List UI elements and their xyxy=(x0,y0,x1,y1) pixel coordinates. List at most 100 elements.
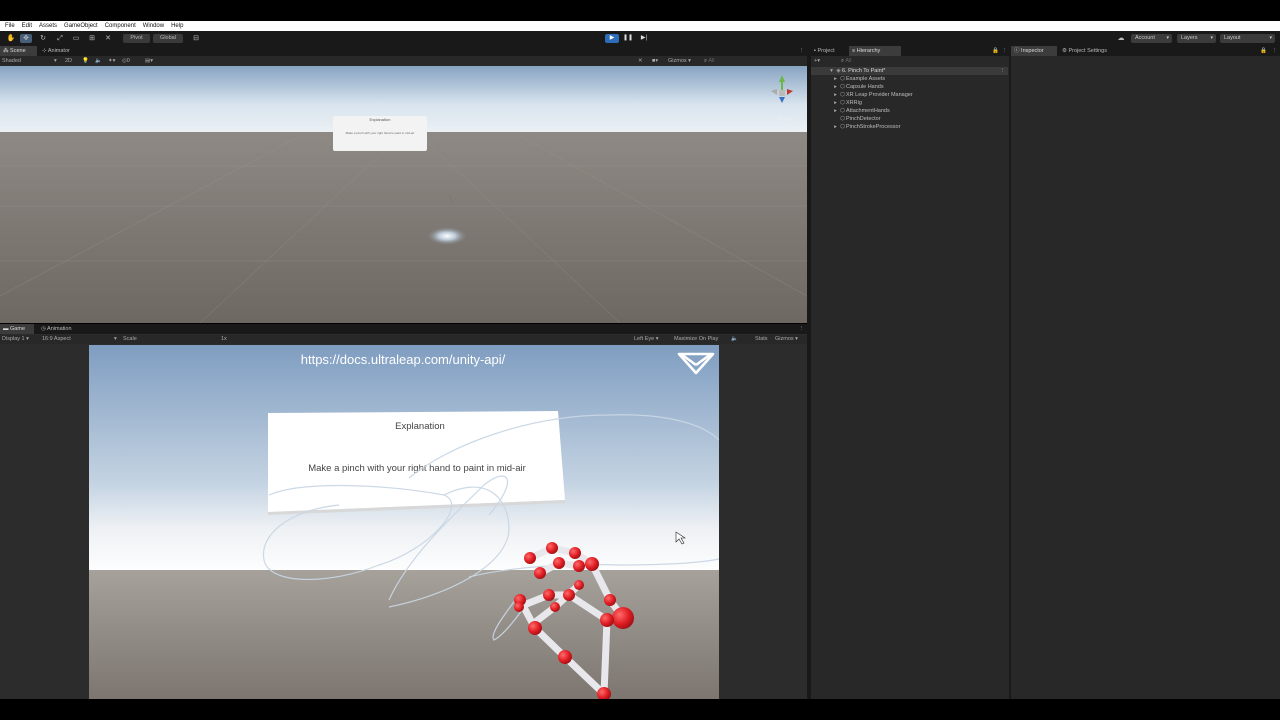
hidden-objects-icon[interactable]: ◎0 xyxy=(122,57,130,66)
menu-item-component[interactable]: Component xyxy=(105,23,136,29)
hierarchy-item[interactable]: ▸ ⬡PinchStrokeProcessor xyxy=(832,123,900,131)
more-options-icon[interactable]: ⋮ xyxy=(796,46,808,56)
status-bar xyxy=(0,699,1280,720)
tab-project[interactable]: ▪ Project xyxy=(811,46,847,56)
tab-hierarchy-label: Hierarchy xyxy=(856,48,881,54)
expand-arrow-icon[interactable]: ▸ xyxy=(832,91,839,99)
lighting-icon[interactable]: 💡 xyxy=(82,57,89,66)
expand-arrow-icon[interactable]: ▾ xyxy=(828,67,835,75)
hand-tool-icon[interactable]: ✋ xyxy=(5,34,17,43)
hierarchy-item-label: AttachmentHands xyxy=(846,108,890,114)
mute-audio-icon[interactable]: 🔈 xyxy=(731,335,738,344)
move-tool-icon[interactable]: ✥ xyxy=(20,34,32,43)
menu-item-edit[interactable]: Edit xyxy=(22,23,32,29)
hierarchy-item[interactable]: ▸ ⬡Capsule Hands xyxy=(832,83,884,91)
transform-tool-icon[interactable]: ⊞ xyxy=(86,34,98,43)
expand-arrow-icon[interactable]: ▸ xyxy=(832,83,839,91)
hierarchy-item[interactable]: ⬡PinchDetector xyxy=(832,115,880,123)
tab-animator-label: Animator xyxy=(47,48,70,54)
account-dropdown[interactable]: Account ▾ xyxy=(1131,34,1172,43)
play-button[interactable]: ▶ xyxy=(605,34,619,43)
hierarchy-icon: ≡ xyxy=(852,48,856,54)
game-view-toolbar: Display 1 ▾ 16:9 Aspect ▾ Scale 1x Left … xyxy=(0,335,807,677)
stats-toggle[interactable]: Stats xyxy=(755,335,768,344)
more-options-icon[interactable]: ⋮ xyxy=(796,324,808,334)
tab-project-label: Project xyxy=(817,48,835,54)
scene-search-field[interactable]: ⌕ All xyxy=(704,57,784,66)
scene-camera-icon[interactable]: ▤▾ xyxy=(145,57,153,66)
display-dropdown[interactable]: Display 1 ▾ xyxy=(2,335,38,344)
gizmos-dropdown[interactable]: Gizmos ▾ xyxy=(668,57,702,66)
explanation-title: Explanation xyxy=(395,421,445,432)
pivot-toggle[interactable]: Pivot xyxy=(123,34,150,43)
main-toolbar: ✋ ✥ ↻ ⤢ ▭ ⊞ ✕ Pivot Global ⊟ ▶ ❚❚ ▶| ☁ A… xyxy=(0,31,1280,46)
step-button[interactable]: ▶| xyxy=(637,34,651,43)
layers-dropdown[interactable]: Layers ▾ xyxy=(1177,34,1216,43)
gameobject-cube-icon: ⬡ xyxy=(840,124,845,130)
tab-scene[interactable]: ⁂ Scene xyxy=(0,46,37,56)
shading-mode-dropdown[interactable]: Shaded ▾ xyxy=(2,57,60,66)
camera-icon[interactable]: ■▾ xyxy=(652,57,658,66)
effects-icon[interactable]: ✦▾ xyxy=(108,57,115,66)
custom-tool-icon[interactable]: ✕ xyxy=(102,34,114,43)
inspector-panel xyxy=(1011,46,1280,699)
layout-dropdown[interactable]: Layout ▾ xyxy=(1220,34,1275,43)
info-icon: ⓘ xyxy=(1014,48,1020,54)
search-icon: ⌕ xyxy=(841,58,845,64)
global-toggle[interactable]: Global xyxy=(153,34,183,43)
menu-item-assets[interactable]: Assets xyxy=(39,23,57,29)
more-options-icon[interactable]: ⋮ xyxy=(1000,67,1006,75)
hierarchy-search-field[interactable]: ⌕ All xyxy=(841,57,1001,66)
tab-game[interactable]: ▬ Game xyxy=(0,324,34,334)
maximize-on-play-toggle[interactable]: Maximize On Play xyxy=(674,335,718,344)
gameobject-cube-icon: ⬡ xyxy=(840,108,845,114)
mode-2d-toggle[interactable]: 2D xyxy=(65,57,72,66)
hierarchy-item[interactable]: ▸ ⬡Example Assets xyxy=(832,75,885,83)
expand-arrow-icon[interactable]: ▸ xyxy=(832,123,839,131)
inspector-tab-bar: ⓘ Inspector ⚙ Project Settings 🔒 ⋮ xyxy=(1011,46,1280,56)
expand-arrow-icon[interactable]: ▸ xyxy=(832,107,839,115)
menu-item-window[interactable]: Window xyxy=(143,23,164,29)
tab-project-settings[interactable]: ⚙ Project Settings xyxy=(1059,46,1123,56)
gameobject-cube-icon: ⬡ xyxy=(840,76,845,82)
pause-button[interactable]: ❚❚ xyxy=(621,34,635,43)
tab-inspector[interactable]: ⓘ Inspector xyxy=(1011,46,1057,56)
hierarchy-item[interactable]: ▸ ⬡AttachmentHands xyxy=(832,107,890,115)
tab-hierarchy[interactable]: ≡ Hierarchy xyxy=(849,46,901,56)
hierarchy-item-label: XR Leap Provider Manager xyxy=(846,92,913,98)
eye-dropdown[interactable]: Left Eye ▾ xyxy=(634,335,667,344)
expand-arrow-icon[interactable]: ▸ xyxy=(832,99,839,107)
stats-label: Stats xyxy=(755,336,768,342)
rotate-tool-icon[interactable]: ↻ xyxy=(37,34,49,43)
scale-tool-icon[interactable]: ⤢ xyxy=(54,34,66,43)
lock-icon[interactable]: 🔒 xyxy=(1257,46,1270,56)
grid-snap-icon[interactable]: ⊟ xyxy=(190,34,202,43)
scene-viewport[interactable]: Explanation Make a pinch with your right… xyxy=(0,66,807,323)
tab-animator[interactable]: ⊹ Animator xyxy=(39,46,81,56)
cloud-icon[interactable]: ☁ xyxy=(1115,34,1127,43)
more-options-icon[interactable]: ⋮ xyxy=(1269,46,1280,56)
tools-icon[interactable]: ✕ xyxy=(638,57,643,66)
expand-arrow-icon[interactable]: ▸ xyxy=(832,75,839,83)
scene-tab-bar: ⁂ Scene ⊹ Animator ⋮ xyxy=(0,46,807,56)
layout-label: Layout xyxy=(1224,35,1241,41)
rect-tool-icon[interactable]: ▭ xyxy=(70,34,82,43)
menu-item-file[interactable]: File xyxy=(5,23,15,29)
aspect-dropdown[interactable]: 16:9 Aspect ▾ xyxy=(42,335,118,344)
hierarchy-item[interactable]: ▸ ⬡XR Leap Provider Manager xyxy=(832,91,913,99)
create-plus-icon[interactable]: +▾ xyxy=(814,57,820,66)
hierarchy-item[interactable]: ▸ ⬡XRRig xyxy=(832,99,862,107)
game-gizmos-dropdown[interactable]: Gizmos ▾ xyxy=(775,335,798,344)
hierarchy-item-label: PinchStrokeProcessor xyxy=(846,124,901,130)
menu-item-gameobject[interactable]: GameObject xyxy=(64,23,98,29)
persp-label[interactable]: Persp xyxy=(777,116,790,122)
hierarchy-item-label: Example Assets xyxy=(846,76,886,82)
menu-item-help[interactable]: Help xyxy=(171,23,183,29)
audio-icon[interactable]: 🔈 xyxy=(95,57,102,66)
game-viewport[interactable]: https://docs.ultraleap.com/unity-api/ Ex… xyxy=(89,345,719,699)
animation-icon: ◷ xyxy=(41,326,46,332)
tab-animation[interactable]: ◷ Animation xyxy=(38,324,82,334)
hierarchy-scene-root[interactable]: ▾ ◈6. Pinch To Paint* xyxy=(828,67,885,75)
tab-game-label: Game xyxy=(10,326,26,332)
menu-bar: File Edit Assets GameObject Component Window H… xyxy=(0,21,1280,31)
